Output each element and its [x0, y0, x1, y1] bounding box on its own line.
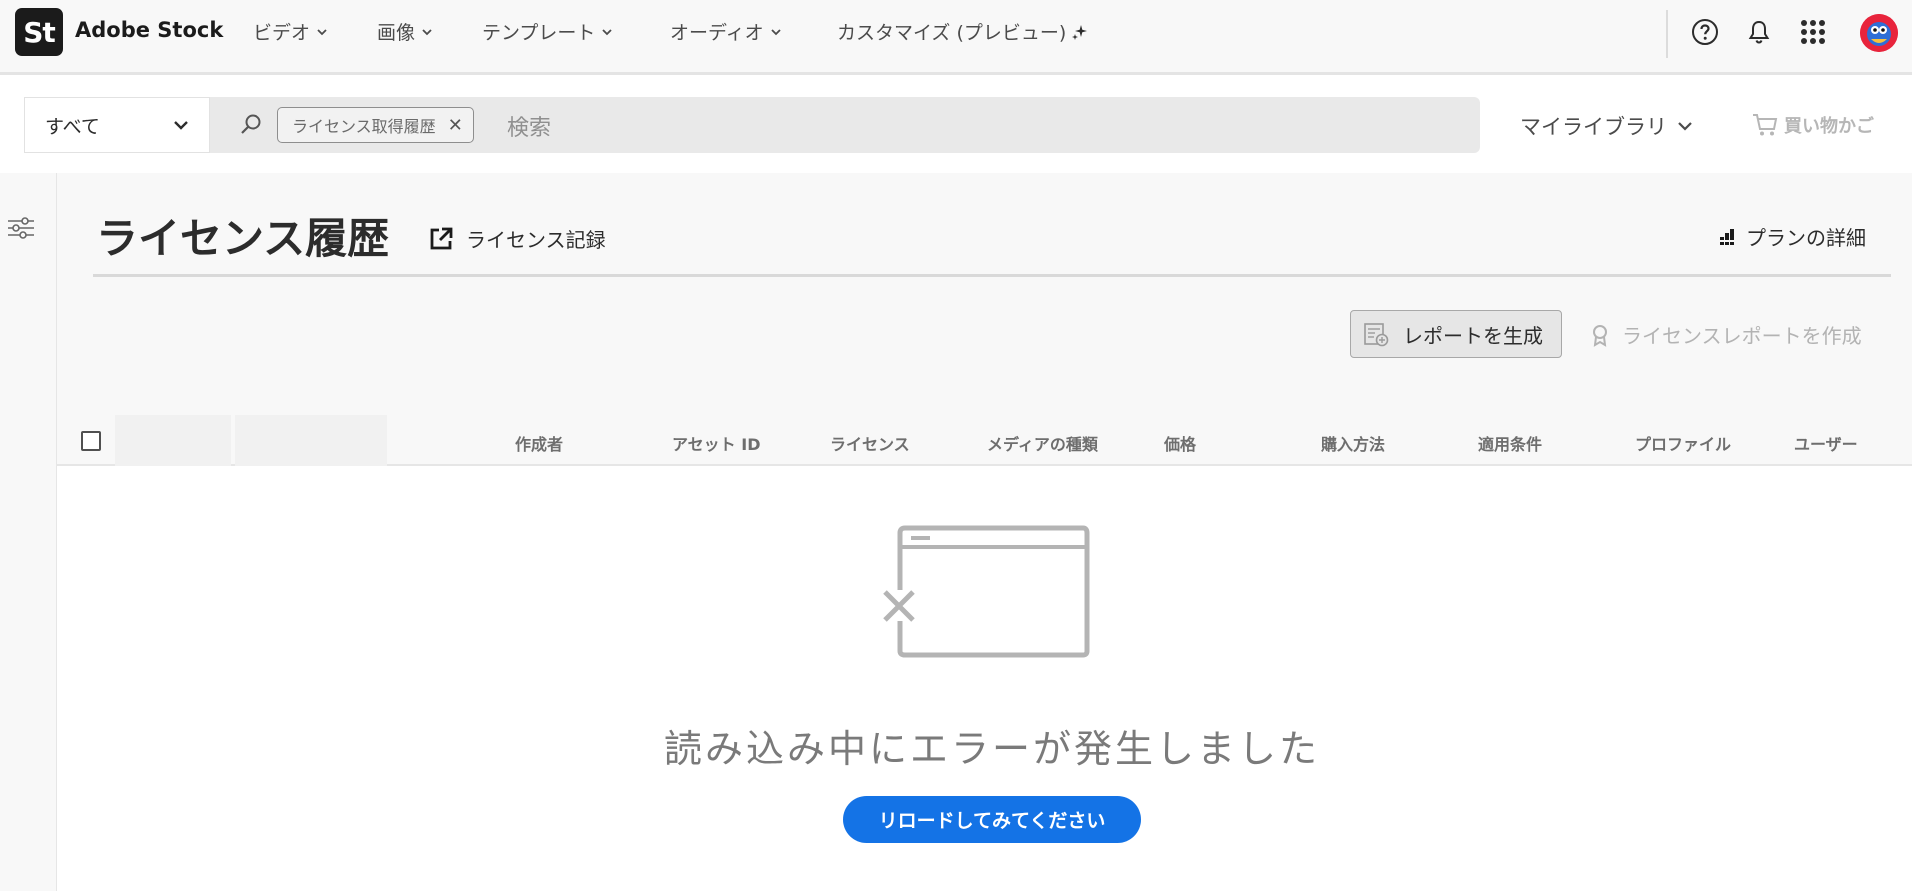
nav-images-label: 画像	[377, 22, 416, 44]
column-header-user[interactable]: ユーザー	[1794, 431, 1858, 455]
license-record-label: ライセンス記録	[466, 228, 606, 252]
generate-report-label: レポートを生成	[1403, 323, 1543, 348]
nav-customize-label: カスタマイズ (プレビュー)	[837, 22, 1067, 44]
external-link-icon	[430, 227, 453, 249]
title-divider	[93, 274, 1891, 277]
chevron-down-icon	[602, 28, 613, 35]
cart-icon	[1753, 114, 1778, 136]
nav-customize[interactable]: カスタマイズ (プレビュー)	[837, 18, 1088, 45]
placeholder-cell	[115, 415, 231, 466]
column-header-purchase-method[interactable]: 購入方法	[1321, 431, 1385, 455]
error-message: 読み込み中にエラーが発生しました	[663, 727, 1320, 771]
search-icon	[241, 114, 261, 134]
nav-audio-label: オーディオ	[670, 22, 764, 44]
nav-templates[interactable]: テンプレート	[482, 18, 613, 45]
plan-details-link[interactable]: プランの詳細	[1718, 222, 1866, 251]
column-header-terms[interactable]: 適用条件	[1478, 431, 1542, 455]
nav-video[interactable]: ビデオ	[253, 18, 328, 45]
help-icon[interactable]	[1688, 15, 1722, 49]
filter-chip-label: ライセンス取得履歴	[292, 117, 436, 136]
report-icon	[1364, 323, 1389, 347]
nav-templates-label: テンプレート	[482, 22, 596, 44]
license-record-link[interactable]: ライセンス記録	[428, 224, 606, 253]
nav-audio[interactable]: オーディオ	[670, 18, 782, 45]
placeholder-cell	[235, 415, 387, 466]
avatar[interactable]	[1860, 14, 1898, 52]
bar-chart-icon	[1719, 228, 1735, 245]
search-scope-dropdown[interactable]: すべて	[24, 97, 210, 153]
close-icon[interactable]: ✕	[448, 115, 463, 136]
my-library-label: マイライブラリ	[1520, 115, 1667, 139]
chevron-down-icon	[1678, 122, 1692, 131]
filter-chip-license-history: ライセンス取得履歴 ✕	[277, 107, 474, 143]
search-scope-label: すべて	[45, 115, 100, 138]
adobe-stock-logo[interactable]: St	[15, 8, 63, 56]
page-title: ライセンス履歴	[96, 214, 390, 263]
select-all-checkbox[interactable]	[81, 431, 101, 451]
cart-button[interactable]: 買い物かご	[1752, 112, 1874, 138]
sparkle-icon	[1072, 24, 1088, 40]
header-divider	[1666, 10, 1668, 58]
reload-button[interactable]: リロードしてみてください	[843, 796, 1141, 843]
apps-grid-icon[interactable]	[1796, 15, 1830, 49]
column-header-license[interactable]: ライセンス	[830, 431, 910, 455]
search-row: すべて ライセンス取得履歴 ✕ 検索 マイライブラリ 買い物かご	[0, 75, 1912, 173]
search-box[interactable]: ライセンス取得履歴 ✕ 検索	[210, 97, 1480, 153]
column-header-price[interactable]: 価格	[1164, 431, 1196, 455]
left-rail	[0, 173, 57, 891]
create-license-report-label: ライセンスレポートを作成	[1622, 324, 1862, 348]
search-input[interactable]: 検索	[507, 110, 551, 142]
column-header-asset-id[interactable]: アセット ID	[672, 431, 761, 455]
column-header-profile[interactable]: プロファイル	[1635, 431, 1731, 455]
broken-window-icon	[883, 525, 1090, 658]
table-header: 作成者 アセット ID ライセンス メディアの種類 価格 購入方法 適用条件 プ…	[57, 415, 1912, 466]
filter-sliders-icon[interactable]	[6, 213, 36, 243]
award-icon	[1593, 324, 1607, 347]
nav-images[interactable]: 画像	[377, 18, 433, 45]
top-bar: St Adobe Stock ビデオ 画像 テンプレート オーディオ カスタマイ…	[0, 0, 1912, 75]
column-header-media-type[interactable]: メディアの種類	[987, 431, 1098, 455]
my-library-dropdown[interactable]: マイライブラリ	[1520, 111, 1693, 141]
column-header-creator[interactable]: 作成者	[515, 431, 563, 455]
brand-name[interactable]: Adobe Stock	[75, 18, 223, 42]
nav-video-label: ビデオ	[253, 22, 311, 44]
chevron-down-icon	[174, 121, 188, 130]
bell-icon[interactable]	[1742, 15, 1776, 49]
chevron-down-icon	[317, 28, 327, 35]
cart-label: 買い物かご	[1784, 116, 1874, 137]
chevron-down-icon	[422, 28, 432, 35]
plan-details-label: プランの詳細	[1746, 226, 1866, 250]
generate-report-button[interactable]: レポートを生成	[1350, 310, 1562, 358]
create-license-report-button[interactable]: ライセンスレポートを作成	[1590, 320, 1862, 349]
chevron-down-icon	[771, 28, 781, 35]
